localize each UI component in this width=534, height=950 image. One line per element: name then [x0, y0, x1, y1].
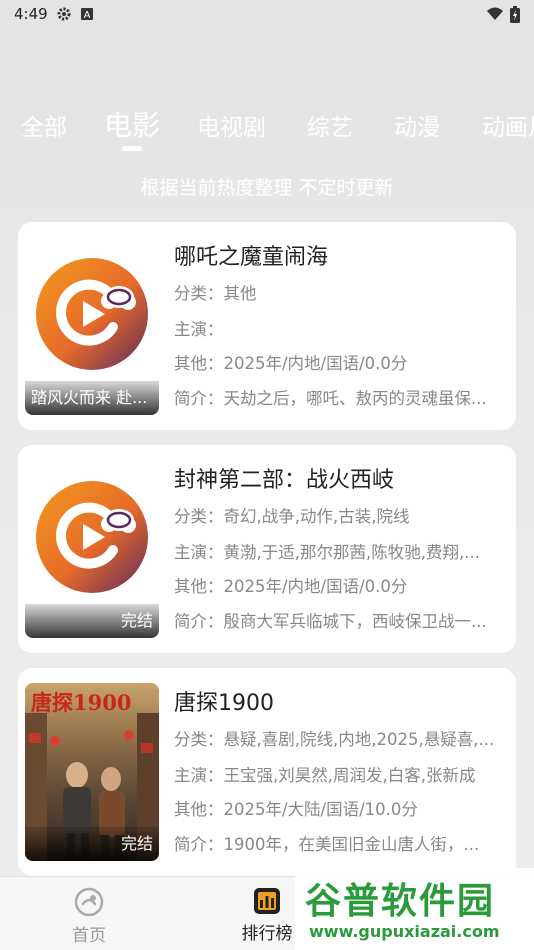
- tab-anime[interactable]: 动漫: [394, 108, 440, 142]
- movie-other-info: 其他：2025年/内地/国语/0.0分: [174, 354, 408, 373]
- movie-poster-title: 唐探1900: [31, 690, 132, 715]
- app-logo-icon: [36, 258, 148, 370]
- ranking-icon: [254, 888, 280, 914]
- movie-card[interactable]: 唐探1900 完结 唐探1900 分类：悬疑,喜剧,院线,内地,2025,悬疑喜…: [18, 668, 516, 876]
- movie-other-info: 其他：2025年/内地/国语/0.0分: [174, 577, 408, 596]
- battery-icon: [510, 5, 520, 23]
- movie-category: 分类：其他: [174, 284, 257, 303]
- movie-title: 哪吒之魔童闹海: [174, 245, 329, 270]
- tab-variety[interactable]: 综艺: [307, 108, 353, 142]
- app-logo-icon: [36, 481, 148, 593]
- category-tabs: 全部 电影 电视剧 综艺 动漫 动画片: [0, 100, 534, 150]
- movie-card[interactable]: 踏风火而来 赴... 哪吒之魔童闹海 分类：其他 主演： 其他：2025年/内地…: [18, 222, 516, 430]
- status-time: 4:49: [14, 5, 48, 23]
- watermark-url: www.gupuxiazai.com: [309, 922, 500, 941]
- nav-home[interactable]: 首页: [49, 887, 129, 946]
- home-icon: [74, 887, 104, 917]
- watermark-logo: 谷普软件园 www.gupuxiazai.com: [295, 868, 534, 950]
- movie-intro: 简介：1900年，在美国旧金山唐人街，...: [174, 835, 480, 854]
- movie-title: 封神第二部：战火西岐: [174, 468, 395, 493]
- movie-other-info: 其他：2025年/大陆/国语/10.0分: [174, 800, 418, 819]
- movie-title: 唐探1900: [174, 691, 274, 716]
- movie-poster[interactable]: 唐探1900 完结: [25, 683, 159, 861]
- movie-intro: 简介：天劫之后，哪吒、敖丙的灵魂虽保...: [174, 389, 487, 408]
- poster-label: 完结: [25, 827, 159, 861]
- ranking-subtitle: 根据当前热度整理 不定时更新: [140, 177, 394, 199]
- movie-cast: 主演：王宝强,刘昊然,周润发,白客,张新成: [174, 766, 476, 785]
- tab-all[interactable]: 全部: [21, 108, 67, 142]
- movie-cast: 主演：: [174, 320, 224, 339]
- movie-category: 分类：奇幻,战争,动作,古装,院线: [174, 507, 410, 526]
- settings-icon: [57, 7, 71, 21]
- tab-tv-series[interactable]: 电视剧: [197, 108, 266, 142]
- movie-poster[interactable]: 完结: [25, 460, 159, 638]
- nav-home-label: 首页: [72, 926, 106, 946]
- tab-cartoon[interactable]: 动画片: [482, 108, 534, 142]
- movie-cast: 主演：黄渤,于适,那尔那茜,陈牧驰,费翔,...: [174, 543, 480, 562]
- wifi-icon: [487, 7, 503, 20]
- movie-category: 分类：悬疑,喜剧,院线,内地,2025,悬疑喜,...: [174, 730, 495, 749]
- movie-poster[interactable]: 踏风火而来 赴...: [25, 237, 159, 415]
- movie-card[interactable]: 完结 封神第二部：战火西岐 分类：奇幻,战争,动作,古装,院线 主演：黄渤,于适…: [18, 445, 516, 653]
- watermark-brand: 谷普软件园: [305, 881, 496, 922]
- tab-movie[interactable]: 电影: [104, 104, 160, 144]
- status-bar: 4:49 A: [0, 0, 534, 28]
- nav-ranking-label: 排行榜: [241, 924, 293, 944]
- movie-intro: 简介：殷商大军兵临城下，西岐保卫战一...: [174, 612, 487, 631]
- poster-label: 完结: [25, 604, 159, 638]
- svg-text:A: A: [83, 10, 90, 21]
- accessibility-a-icon: A: [80, 8, 93, 21]
- poster-label: 踏风火而来 赴...: [25, 381, 159, 415]
- active-tab-indicator: [122, 146, 142, 151]
